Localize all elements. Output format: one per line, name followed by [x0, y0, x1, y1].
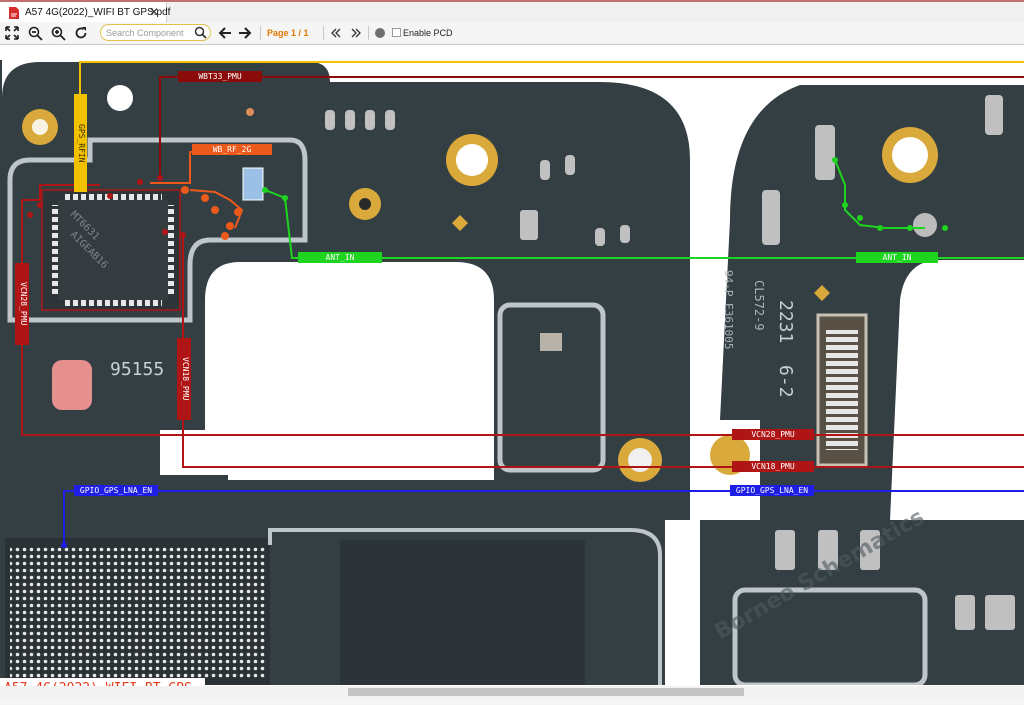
pink-pad [52, 360, 92, 410]
antenna-test-point [913, 213, 937, 237]
pdf-file-icon [9, 6, 19, 19]
silk-95155: 95155 [110, 359, 164, 380]
status-bar [0, 698, 1024, 705]
status-dot-icon[interactable] [371, 24, 389, 42]
double-chevron-left-icon[interactable] [327, 24, 345, 42]
net-label-gpio-gps-lna-en-left[interactable]: GPIO_GPS_LNA_EN [74, 485, 158, 496]
fit-screen-icon[interactable] [3, 24, 21, 42]
bga-ball-grid [10, 545, 265, 680]
close-tab-icon[interactable]: ✕ [149, 5, 159, 19]
silk-code-cl572: CL572-9 [752, 280, 766, 331]
toolbar-separator [368, 26, 369, 40]
search-icon[interactable] [194, 26, 207, 44]
pdf-viewport[interactable]: 95155 2231 6-2 CL572-9 94-P E361005 MT66… [0, 45, 1024, 685]
net-label-vcn18-pmu-right[interactable]: VCN18_PMU [732, 461, 814, 472]
double-chevron-right-icon[interactable] [347, 24, 365, 42]
enable-pcd-label: Enable PCD [403, 28, 453, 38]
horizontal-scrollbar-thumb[interactable] [348, 688, 744, 696]
net-label-ant-in-left[interactable]: ANT_IN [298, 252, 382, 263]
net-label-ant-in-right[interactable]: ANT_IN [856, 252, 938, 263]
toolbar-separator [260, 26, 261, 40]
page-indicator: Page 1 / 1 [267, 28, 309, 38]
net-label-vcn28-pmu-left[interactable]: VCN28_PMU [15, 263, 29, 345]
rotate-icon[interactable] [72, 24, 90, 42]
toolbar-separator [323, 26, 324, 40]
search-component-field[interactable] [100, 24, 211, 41]
arrow-right-icon[interactable] [236, 24, 254, 42]
net-label-gps-rfin[interactable]: GPS_RFIN [74, 94, 87, 192]
silk-code-94p: 94-P E361005 [722, 270, 735, 349]
silk-code-62: 6-2 [775, 365, 796, 398]
horizontal-scrollbar[interactable] [0, 686, 1024, 698]
net-label-vcn18-pmu-left[interactable]: VCN18_PMU [177, 338, 191, 420]
memory-chip [340, 540, 585, 685]
zoom-in-icon[interactable] [49, 24, 67, 42]
pcb-image: 95155 2231 6-2 CL572-9 94-P E361005 MT66… [0, 60, 1024, 685]
tab-bar: A57 4G(2022)_WIFI BT GPS.pdf ✕ [0, 0, 1024, 23]
search-input[interactable] [106, 26, 188, 39]
zoom-out-icon[interactable] [26, 24, 44, 42]
rf-switch-component [242, 167, 264, 201]
net-label-vcn28-pmu-right[interactable]: VCN28_PMU [732, 429, 814, 440]
screw-hole [107, 85, 133, 111]
net-label-wbt33-pmu[interactable]: WBT33_PMU [178, 71, 262, 82]
enable-pcd-checkbox[interactable] [392, 28, 401, 37]
toolbar: Page 1 / 1 Enable PCD [0, 22, 1024, 45]
arrow-left-icon[interactable] [216, 24, 234, 42]
silk-code-2231: 2231 [775, 300, 796, 343]
net-label-gpio-gps-lna-en-right[interactable]: GPIO_GPS_LNA_EN [730, 485, 814, 496]
document-tab[interactable]: A57 4G(2022)_WIFI BT GPS.pdf ✕ [0, 2, 170, 22]
net-label-wb-rf-2g[interactable]: WB_RF_2G [192, 144, 272, 155]
